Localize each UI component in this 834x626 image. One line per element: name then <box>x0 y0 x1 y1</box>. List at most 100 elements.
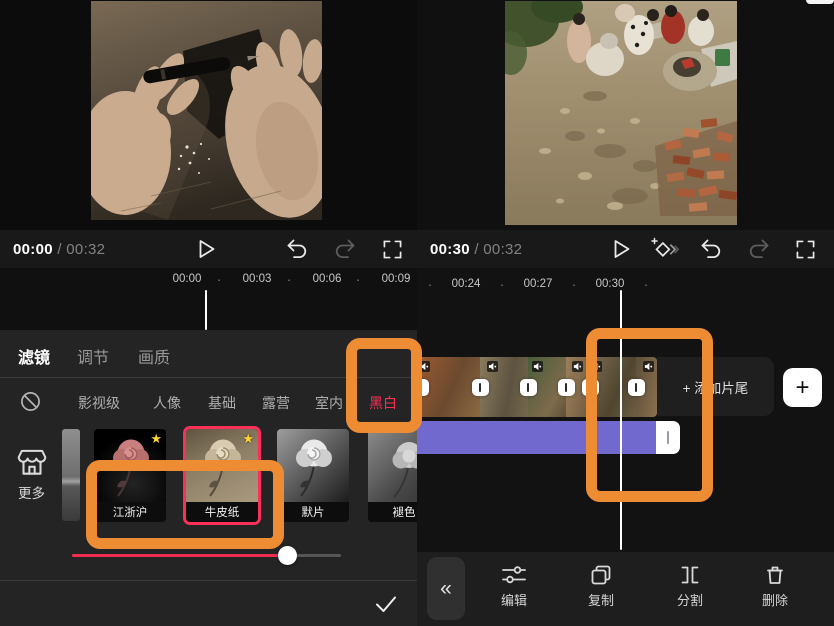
category-cinematic[interactable]: 影视级 <box>78 393 120 413</box>
left-time-total: 00:32 <box>66 241 105 258</box>
right-fullscreen-button[interactable] <box>794 238 816 260</box>
redo-icon <box>333 239 357 259</box>
ruler-tick: 00:09 <box>382 273 411 285</box>
category-blackwhite[interactable]: 黑白 <box>369 393 397 413</box>
transition-handle[interactable] <box>417 379 429 396</box>
fullscreen-icon <box>796 240 815 259</box>
collapse-icon: « <box>440 577 452 601</box>
filter-intensity-slider[interactable] <box>72 554 341 557</box>
more-label: 更多 <box>18 482 45 502</box>
category-camping[interactable]: 露营 <box>262 393 290 413</box>
filter-name: 牛皮纸 <box>186 502 258 522</box>
right-redo-button[interactable] <box>747 238 771 260</box>
ruler-tick: 00:27 <box>524 278 553 290</box>
left-time-display: 00:00 / 00:32 <box>13 241 105 258</box>
right-timeline-area[interactable]: · 00:24 · 00:27 · 00:30 · + 添加片尾 <box>417 268 834 552</box>
left-preview-video <box>91 1 322 220</box>
right-playhead <box>620 290 623 550</box>
mute-icon[interactable] <box>532 361 543 372</box>
keyframe-icon <box>650 237 680 261</box>
star-icon: ★ <box>242 431 254 447</box>
play-icon <box>613 239 631 259</box>
bottom-toolbar: « 编辑 复制 分割 删除 <box>417 552 834 626</box>
split-icon <box>678 563 702 587</box>
left-timeline-strip[interactable]: 00:00 · 00:03 · 00:06 · 00:09 <box>0 268 417 330</box>
left-undo-button[interactable] <box>285 238 309 260</box>
transition-handle[interactable] <box>582 379 599 396</box>
category-basic[interactable]: 基础 <box>208 393 236 413</box>
add-keyframe-button[interactable] <box>649 237 681 261</box>
tool-delete[interactable]: 删除 <box>762 563 788 609</box>
audio-track-trim-handle[interactable] <box>656 421 680 454</box>
left-play-button[interactable] <box>196 238 218 260</box>
collapse-toolbar-button[interactable]: « <box>427 557 465 620</box>
right-preview-video <box>505 1 737 225</box>
tool-split[interactable]: 分割 <box>677 563 703 609</box>
left-fullscreen-button[interactable] <box>381 238 403 260</box>
filter-card-tuise[interactable]: 褪色 <box>368 429 417 522</box>
tab-adjust[interactable]: 调节 <box>77 344 109 368</box>
left-preview-area <box>0 0 417 230</box>
fullscreen-icon <box>383 240 402 259</box>
filter-card-mopian[interactable]: 默片 <box>277 429 349 522</box>
filter-card-jiangzhehu[interactable]: ★ 江浙沪 <box>94 429 166 522</box>
transition-handle[interactable] <box>472 379 489 396</box>
none-icon <box>20 391 41 412</box>
mute-icon[interactable] <box>643 361 654 372</box>
slider-fill <box>72 554 287 557</box>
copy-icon <box>589 563 613 587</box>
right-preview-area <box>417 0 834 230</box>
mute-icon[interactable] <box>487 361 498 372</box>
transition-handle[interactable] <box>558 379 575 396</box>
undo-icon <box>699 239 723 259</box>
right-undo-button[interactable] <box>699 238 723 260</box>
filter-thumb <box>277 429 349 502</box>
transition-handle[interactable] <box>628 379 645 396</box>
mute-icon[interactable] <box>572 361 583 372</box>
checkmark-icon <box>373 591 399 617</box>
edit-sliders-icon <box>501 563 527 587</box>
ruler-tick: 00:30 <box>596 278 625 290</box>
tab-filters[interactable]: 滤镜 <box>18 344 50 368</box>
filter-name: 江浙沪 <box>94 502 166 522</box>
tool-copy[interactable]: 复制 <box>588 563 614 609</box>
left-time-current: 00:00 <box>13 241 53 258</box>
trash-icon <box>763 563 787 587</box>
filter-panel: 滤镜 调节 画质 影视级 人像 基础 露营 室内 黑白 更多 <box>0 330 417 626</box>
redo-icon <box>747 239 771 259</box>
category-indoor[interactable]: 室内 <box>315 393 343 413</box>
confirm-button[interactable] <box>368 588 404 620</box>
slider-thumb[interactable] <box>278 546 297 565</box>
category-portrait[interactable]: 人像 <box>153 393 181 413</box>
filter-none-button[interactable] <box>19 390 41 412</box>
undo-icon <box>285 239 309 259</box>
right-time-current: 00:30 <box>430 241 470 258</box>
transition-handle[interactable] <box>520 379 537 396</box>
right-time-total: 00:32 <box>483 241 522 258</box>
right-control-bar: 00:30 / 00:32 <box>417 230 834 268</box>
divider <box>0 377 417 378</box>
ruler-tick: 00:03 <box>243 273 272 285</box>
ruler-tick: 00:00 <box>173 273 202 285</box>
ruler-tick: 00:24 <box>452 278 481 290</box>
left-redo-button[interactable] <box>333 238 357 260</box>
add-clip-button[interactable]: + <box>783 368 822 407</box>
right-time-display: 00:30 / 00:32 <box>430 241 522 258</box>
store-icon <box>15 445 49 479</box>
right-play-button[interactable] <box>611 238 633 260</box>
filter-card-niupizhi[interactable]: ★ 牛皮纸 <box>186 429 258 522</box>
play-icon <box>198 239 216 259</box>
add-ending-button[interactable]: + 添加片尾 <box>657 357 774 416</box>
filter-thumb-partial[interactable] <box>62 429 80 521</box>
capcut-dual-screenshot: 00:00 / 00:32 00:00 · 00:03 · 00:06 · 00… <box>0 0 834 626</box>
mute-icon[interactable] <box>591 361 602 372</box>
filter-thumb <box>368 429 417 502</box>
ruler-tick: 00:06 <box>313 273 342 285</box>
tab-quality[interactable]: 画质 <box>138 344 170 368</box>
left-control-bar: 00:00 / 00:32 <box>0 230 417 268</box>
filter-name: 褪色 <box>368 502 417 522</box>
filter-store-button[interactable] <box>14 444 50 480</box>
tool-edit[interactable]: 编辑 <box>501 563 527 609</box>
mute-icon[interactable] <box>419 361 430 372</box>
divider <box>0 580 417 581</box>
